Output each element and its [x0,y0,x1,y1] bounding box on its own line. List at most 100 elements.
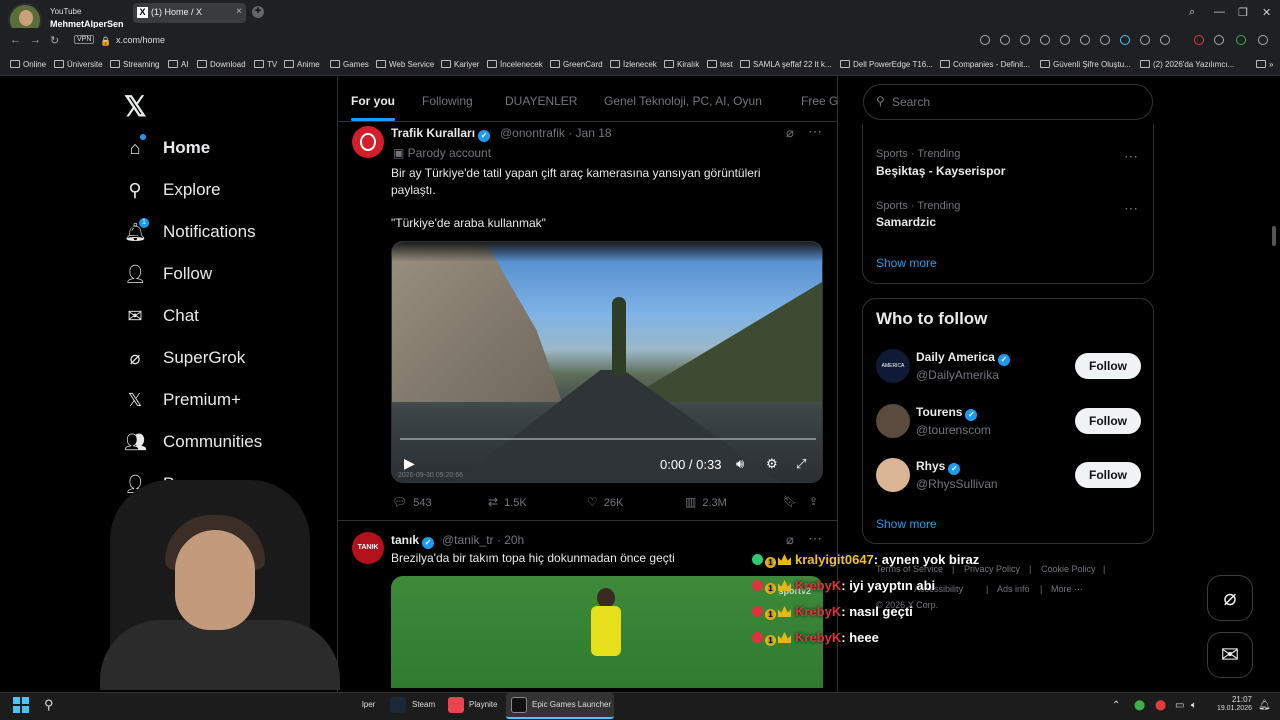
search-tabs-icon[interactable]: ⌕ [1189,6,1195,19]
video-progress-bar[interactable] [400,438,816,440]
tweet-handle[interactable]: @tanik_tr · 20h [442,533,524,547]
start-button[interactable] [13,697,29,713]
date[interactable]: 19.01.2026 [1206,705,1252,712]
tray-chevron-icon[interactable]: ⌃ [1112,700,1120,711]
bookmark-item[interactable]: Kariyer [441,60,479,69]
extension-icon[interactable] [1236,35,1246,45]
bookmark-item[interactable]: Download [197,60,246,69]
messages-button[interactable]: ✉ [1207,632,1253,678]
follow-button[interactable]: Follow [1075,408,1141,434]
bookmark-item[interactable]: Dell PowerEdge T16... [840,60,933,69]
search-icon[interactable]: ⚲ [44,697,54,713]
bookmark-item[interactable]: Güvenli Şifre Oluştu... [1040,60,1131,69]
avatar[interactable]: AMERICA [876,349,910,383]
bookmark-item[interactable]: İzlenecek [610,60,657,69]
tray-app-icon[interactable]: ⬤ [1155,700,1166,711]
x-logo-icon[interactable]: 𝕏 [124,90,147,123]
volume-icon[interactable]: 🔊︎ [736,456,744,472]
extension-icon[interactable] [1040,35,1050,45]
bookmark-item[interactable]: SAMLA şeffaf 22 lt k... [740,60,832,69]
scrollbar[interactable] [1272,226,1276,246]
share-icon[interactable]: ⇪ [809,495,818,508]
footer-link[interactable]: More ··· [1051,584,1083,594]
grok-button[interactable]: ⌀ [1207,575,1253,621]
more-icon[interactable]: ⋯ [1124,148,1138,165]
new-tab-button[interactable]: + [252,6,264,18]
steam-icon[interactable] [390,697,406,713]
suggestion-name[interactable]: Rhys ✓ [916,459,961,475]
clock[interactable]: 21:07 [1212,695,1252,704]
taskbar-app-label[interactable]: Steam [412,700,435,709]
search-input[interactable]: ⚲ Search [863,84,1153,120]
tab-duayenler[interactable]: DUAYENLER [505,94,577,108]
footer-link[interactable]: Ads info [997,584,1030,594]
trend-title[interactable]: Samardzic [876,215,936,229]
more-icon[interactable]: ⋯ [808,123,822,140]
extension-icon[interactable] [1000,35,1010,45]
bookmark-item[interactable]: (2) 2026'da Yazılımcı... [1140,60,1234,69]
extension-icon[interactable] [1194,35,1204,45]
vpn-badge[interactable]: VPN [74,35,95,44]
extension-icon[interactable] [1080,35,1090,45]
tweet-author[interactable]: Trafik Kuralları ✓ [391,126,491,142]
views-button[interactable]: ▥ 2.3M [685,495,727,509]
show-more-link[interactable]: Show more [876,517,937,531]
tab-for-you[interactable]: For you [351,94,395,108]
video-player[interactable]: ▶ 0:00 / 0:33 🔊︎ ⚙ ⤢ 2026-09-30 09:20:66 [391,241,823,483]
heart-icon[interactable] [1100,35,1110,45]
settings-icon[interactable]: ⚙ [766,456,778,472]
like-button[interactable]: ♡ 26K [587,495,623,509]
suggestion-name[interactable]: Tourens ✓ [916,405,978,421]
bookmark-item[interactable]: Kiralık [664,60,699,69]
bookmark-item[interactable]: Streaming [110,60,159,69]
follow-button[interactable]: Follow [1075,353,1141,379]
reply-button[interactable]: 💬︎ 543 [392,495,432,509]
avatar[interactable] [876,458,910,492]
forward-icon[interactable]: → [30,34,41,46]
tray-app-icon[interactable]: ⬤ [1134,700,1145,711]
tweet-author[interactable]: tanık ✓ [391,533,435,549]
back-icon[interactable]: ← [10,34,21,46]
bookmark-icon[interactable]: 🔖︎ [783,495,797,508]
bookmark-item[interactable]: GreenCard [550,60,603,69]
more-icon[interactable]: ⋯ [808,530,822,547]
close-window-icon[interactable]: ✕ [1262,6,1271,19]
extension-icon[interactable] [1060,35,1070,45]
tab-free[interactable]: Free G [801,94,838,108]
grok-icon[interactable]: ⌀ [786,532,794,548]
extension-icon[interactable] [1120,35,1130,45]
grok-icon[interactable]: ⌀ [786,125,794,141]
bookmark-item[interactable]: Üniversite [54,60,103,69]
follow-button[interactable]: Follow [1075,462,1141,488]
playnite-icon[interactable] [448,697,464,713]
avatar[interactable] [352,126,384,158]
taskbar-app-label[interactable]: Epic Games Launcher [532,700,611,709]
more-bookmarks-icon[interactable]: » [1256,60,1273,69]
close-tab-icon[interactable]: × [236,6,242,17]
lock-icon[interactable]: 🔒 [100,36,111,47]
network-icon[interactable]: ▭ [1175,700,1184,711]
tweet-handle[interactable]: @onontrafik · Jan 18 [500,126,612,140]
menu-icon[interactable] [1258,35,1268,45]
notification-center-icon[interactable]: 🔔︎ [1258,700,1271,711]
bookmark-item[interactable]: İncelenecek [487,60,543,69]
volume-icon[interactable]: 🔈︎ [1191,700,1197,711]
bookmark-item[interactable]: test [707,60,733,69]
show-more-link[interactable]: Show more [876,256,937,270]
tab-genel-teknoloji[interactable]: Genel Teknoloji, PC, AI, Oyun [604,94,762,108]
bookmark-item[interactable]: TV [254,60,277,69]
footer-link[interactable]: Cookie Policy [1041,564,1096,574]
browser-tab[interactable]: X (1) Home / X × [133,3,246,23]
play-icon[interactable]: ▶ [404,455,415,472]
extension-icon[interactable] [980,35,990,45]
bookmark-item[interactable]: Anime [284,60,320,69]
url-field[interactable]: x.com/home [116,35,165,45]
bookmark-item[interactable]: Companies - Definit... [940,60,1030,69]
trend-title[interactable]: Beşiktaş - Kayserispor [876,164,1005,178]
bookmark-item[interactable]: Games [330,60,369,69]
tab-following[interactable]: Following [422,94,473,108]
bookmark-item[interactable]: AI [168,60,189,69]
suggestion-name[interactable]: Daily America ✓ [916,350,1010,366]
reload-icon[interactable]: ↻ [50,34,59,47]
fullscreen-icon[interactable]: ⤢ [796,456,806,472]
